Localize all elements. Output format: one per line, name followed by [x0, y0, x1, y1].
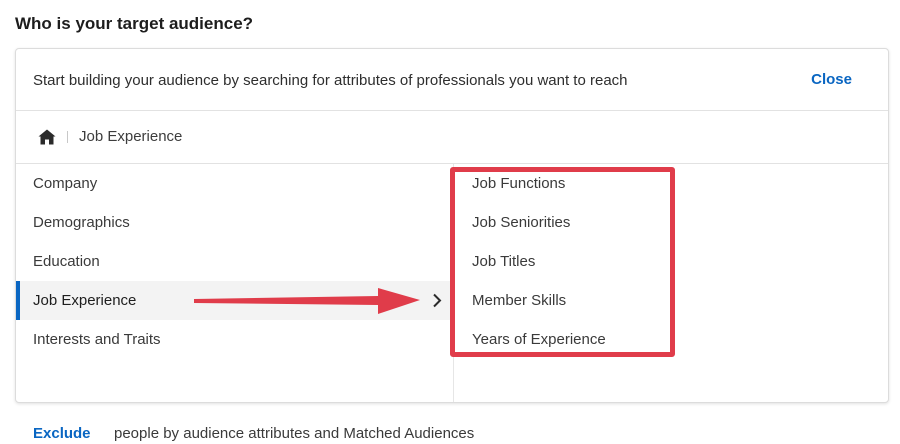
subcategory-item-job-functions[interactable]: Job Functions — [472, 175, 565, 192]
subcategory-item-member-skills[interactable]: Member Skills — [472, 292, 566, 309]
audience-page: Who is your target audience? Start build… — [0, 0, 900, 444]
subcategory-item-years-of-experience[interactable]: Years of Experience — [472, 331, 606, 348]
category-label: Education — [33, 253, 100, 270]
category-item-company[interactable]: Company — [16, 164, 454, 203]
category-list: Company Demographics Education Job Exper… — [16, 164, 454, 402]
category-item-demographics[interactable]: Demographics — [16, 203, 454, 242]
close-button[interactable]: Close — [811, 71, 852, 88]
exclude-link[interactable]: Exclude — [33, 425, 91, 442]
category-item-education[interactable]: Education — [16, 242, 454, 281]
home-icon[interactable] — [38, 129, 56, 145]
panel-header: Start building your audience by searchin… — [16, 49, 888, 111]
category-label: Interests and Traits — [33, 331, 161, 348]
intro-text: Start building your audience by searchin… — [33, 72, 628, 89]
subcategory-list: Job Functions Job Seniorities Job Titles… — [454, 164, 888, 402]
audience-panel: Start building your audience by searchin… — [15, 48, 889, 403]
subcategory-item-job-seniorities[interactable]: Job Seniorities — [472, 214, 570, 231]
breadcrumb-current: Job Experience — [79, 128, 183, 145]
page-title: Who is your target audience? — [15, 14, 254, 33]
breadcrumb-separator — [67, 131, 68, 143]
category-label: Company — [33, 175, 98, 192]
category-label: Job Experience — [33, 292, 137, 309]
chevron-right-icon — [433, 293, 442, 308]
footer-text: people by audience attributes and Matche… — [114, 425, 475, 442]
breadcrumb: Job Experience — [16, 111, 888, 164]
category-item-job-experience[interactable]: Job Experience — [16, 281, 454, 320]
footer: Exclude people by audience attributes an… — [33, 425, 474, 442]
subcategory-item-job-titles[interactable]: Job Titles — [472, 253, 535, 270]
category-item-interests-and-traits[interactable]: Interests and Traits — [16, 320, 454, 359]
category-label: Demographics — [33, 214, 130, 231]
